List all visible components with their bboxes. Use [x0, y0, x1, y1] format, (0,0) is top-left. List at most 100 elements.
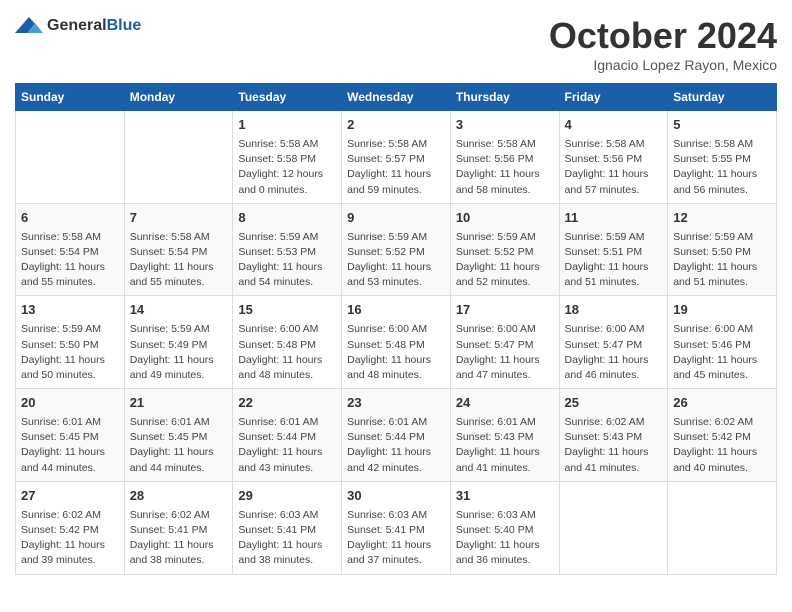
- calendar-cell: 4Sunrise: 5:58 AMSunset: 5:56 PMDaylight…: [559, 111, 668, 204]
- cell-content: Sunrise: 6:00 AMSunset: 5:48 PMDaylight:…: [347, 322, 445, 383]
- sunrise-text: Sunrise: 6:02 AM: [565, 415, 663, 430]
- cell-content: Sunrise: 6:03 AMSunset: 5:41 PMDaylight:…: [238, 508, 336, 569]
- cell-content: Sunrise: 6:03 AMSunset: 5:41 PMDaylight:…: [347, 508, 445, 569]
- cell-content: Sunrise: 6:01 AMSunset: 5:43 PMDaylight:…: [456, 415, 554, 476]
- sunset-text: Sunset: 5:48 PM: [238, 338, 336, 353]
- sunrise-text: Sunrise: 5:59 AM: [21, 322, 119, 337]
- cell-content: Sunrise: 5:59 AMSunset: 5:50 PMDaylight:…: [673, 230, 771, 291]
- sunset-text: Sunset: 5:44 PM: [347, 430, 445, 445]
- day-number: 1: [238, 116, 336, 135]
- cell-content: Sunrise: 6:01 AMSunset: 5:44 PMDaylight:…: [347, 415, 445, 476]
- cell-content: Sunrise: 5:58 AMSunset: 5:55 PMDaylight:…: [673, 137, 771, 198]
- sunset-text: Sunset: 5:50 PM: [21, 338, 119, 353]
- day-number: 11: [565, 209, 663, 228]
- cell-content: Sunrise: 6:00 AMSunset: 5:46 PMDaylight:…: [673, 322, 771, 383]
- daylight-text: Daylight: 11 hours and 36 minutes.: [456, 538, 554, 568]
- weekday-header: Thursday: [450, 84, 559, 111]
- daylight-text: Daylight: 11 hours and 38 minutes.: [130, 538, 228, 568]
- sunset-text: Sunset: 5:56 PM: [456, 152, 554, 167]
- sunset-text: Sunset: 5:45 PM: [21, 430, 119, 445]
- weekday-row: SundayMondayTuesdayWednesdayThursdayFrid…: [16, 84, 777, 111]
- calendar-cell: 20Sunrise: 6:01 AMSunset: 5:45 PMDayligh…: [16, 389, 125, 482]
- day-number: 28: [130, 487, 228, 506]
- sunset-text: Sunset: 5:41 PM: [347, 523, 445, 538]
- day-number: 25: [565, 394, 663, 413]
- day-number: 24: [456, 394, 554, 413]
- sunrise-text: Sunrise: 5:59 AM: [456, 230, 554, 245]
- calendar-table: SundayMondayTuesdayWednesdayThursdayFrid…: [15, 83, 777, 575]
- logo-icon: [15, 15, 43, 37]
- daylight-text: Daylight: 11 hours and 45 minutes.: [673, 353, 771, 383]
- cell-content: Sunrise: 6:01 AMSunset: 5:45 PMDaylight:…: [130, 415, 228, 476]
- sunrise-text: Sunrise: 6:01 AM: [456, 415, 554, 430]
- calendar-cell: 3Sunrise: 5:58 AMSunset: 5:56 PMDaylight…: [450, 111, 559, 204]
- cell-content: Sunrise: 5:59 AMSunset: 5:52 PMDaylight:…: [347, 230, 445, 291]
- sunrise-text: Sunrise: 6:01 AM: [21, 415, 119, 430]
- day-number: 9: [347, 209, 445, 228]
- day-number: 4: [565, 116, 663, 135]
- day-number: 14: [130, 301, 228, 320]
- header: GeneralBlue October 2024 Ignacio Lopez R…: [15, 15, 777, 73]
- weekday-header: Tuesday: [233, 84, 342, 111]
- daylight-text: Daylight: 11 hours and 57 minutes.: [565, 167, 663, 197]
- weekday-header: Friday: [559, 84, 668, 111]
- calendar-cell: 12Sunrise: 5:59 AMSunset: 5:50 PMDayligh…: [668, 203, 777, 296]
- sunset-text: Sunset: 5:44 PM: [238, 430, 336, 445]
- sunset-text: Sunset: 5:47 PM: [456, 338, 554, 353]
- calendar-cell: 18Sunrise: 6:00 AMSunset: 5:47 PMDayligh…: [559, 296, 668, 389]
- cell-content: Sunrise: 6:02 AMSunset: 5:42 PMDaylight:…: [673, 415, 771, 476]
- daylight-text: Daylight: 11 hours and 37 minutes.: [347, 538, 445, 568]
- weekday-header: Monday: [124, 84, 233, 111]
- calendar-cell: [668, 481, 777, 574]
- day-number: 2: [347, 116, 445, 135]
- cell-content: Sunrise: 6:03 AMSunset: 5:40 PMDaylight:…: [456, 508, 554, 569]
- calendar-body: 1Sunrise: 5:58 AMSunset: 5:58 PMDaylight…: [16, 111, 777, 575]
- daylight-text: Daylight: 11 hours and 43 minutes.: [238, 445, 336, 475]
- location-title: Ignacio Lopez Rayon, Mexico: [549, 57, 777, 73]
- calendar-cell: 23Sunrise: 6:01 AMSunset: 5:44 PMDayligh…: [342, 389, 451, 482]
- daylight-text: Daylight: 11 hours and 48 minutes.: [347, 353, 445, 383]
- daylight-text: Daylight: 11 hours and 41 minutes.: [565, 445, 663, 475]
- calendar-cell: 13Sunrise: 5:59 AMSunset: 5:50 PMDayligh…: [16, 296, 125, 389]
- sunset-text: Sunset: 5:52 PM: [347, 245, 445, 260]
- day-number: 7: [130, 209, 228, 228]
- calendar-cell: 5 Sunrise: 5:58 AMSunset: 5:55 PMDaylight…: [668, 111, 777, 204]
- weekday-header: Sunday: [16, 84, 125, 111]
- sunset-text: Sunset: 5:42 PM: [673, 430, 771, 445]
- calendar-cell: [16, 111, 125, 204]
- sunrise-text: Sunrise: 5:58 AM: [456, 137, 554, 152]
- cell-content: Sunrise: 5:58 AMSunset: 5:54 PMDaylight:…: [130, 230, 228, 291]
- daylight-text: Daylight: 11 hours and 51 minutes.: [565, 260, 663, 290]
- sunrise-text: Sunrise: 5:59 AM: [565, 230, 663, 245]
- sunrise-text: Sunrise: 5:59 AM: [673, 230, 771, 245]
- calendar-cell: 6Sunrise: 5:58 AMSunset: 5:54 PMDaylight…: [16, 203, 125, 296]
- sunset-text: Sunset: 5:42 PM: [21, 523, 119, 538]
- cell-content: Sunrise: 6:01 AMSunset: 5:45 PMDaylight:…: [21, 415, 119, 476]
- sunset-text: Sunset: 5:50 PM: [673, 245, 771, 260]
- daylight-text: Daylight: 11 hours and 44 minutes.: [21, 445, 119, 475]
- sunrise-text: Sunrise: 6:02 AM: [130, 508, 228, 523]
- day-number: 29: [238, 487, 336, 506]
- day-number: 10: [456, 209, 554, 228]
- calendar-cell: 8Sunrise: 5:59 AMSunset: 5:53 PMDaylight…: [233, 203, 342, 296]
- calendar-header: SundayMondayTuesdayWednesdayThursdayFrid…: [16, 84, 777, 111]
- calendar-cell: 27Sunrise: 6:02 AMSunset: 5:42 PMDayligh…: [16, 481, 125, 574]
- sunrise-text: Sunrise: 5:58 AM: [565, 137, 663, 152]
- daylight-text: Daylight: 11 hours and 54 minutes.: [238, 260, 336, 290]
- calendar-cell: 25 Sunrise: 6:02 AMSunset: 5:43 PMDayligh…: [559, 389, 668, 482]
- calendar-cell: 24 Sunrise: 6:01 AMSunset: 5:43 PMDayligh…: [450, 389, 559, 482]
- calendar-cell: [559, 481, 668, 574]
- sunrise-text: Sunrise: 5:58 AM: [673, 137, 771, 152]
- calendar-week-row: 20Sunrise: 6:01 AMSunset: 5:45 PMDayligh…: [16, 389, 777, 482]
- sunrise-text: Sunrise: 5:59 AM: [130, 322, 228, 337]
- sunrise-text: Sunrise: 6:03 AM: [238, 508, 336, 523]
- daylight-text: Daylight: 11 hours and 53 minutes.: [347, 260, 445, 290]
- sunset-text: Sunset: 5:48 PM: [347, 338, 445, 353]
- cell-content: Sunrise: 5:58 AMSunset: 5:56 PMDaylight:…: [456, 137, 554, 198]
- day-number: 19: [673, 301, 771, 320]
- sunset-text: Sunset: 5:52 PM: [456, 245, 554, 260]
- day-number: 31: [456, 487, 554, 506]
- sunset-text: Sunset: 5:43 PM: [565, 430, 663, 445]
- day-number: 5: [673, 116, 771, 135]
- cell-content: Sunrise: 5:59 AMSunset: 5:49 PMDaylight:…: [130, 322, 228, 383]
